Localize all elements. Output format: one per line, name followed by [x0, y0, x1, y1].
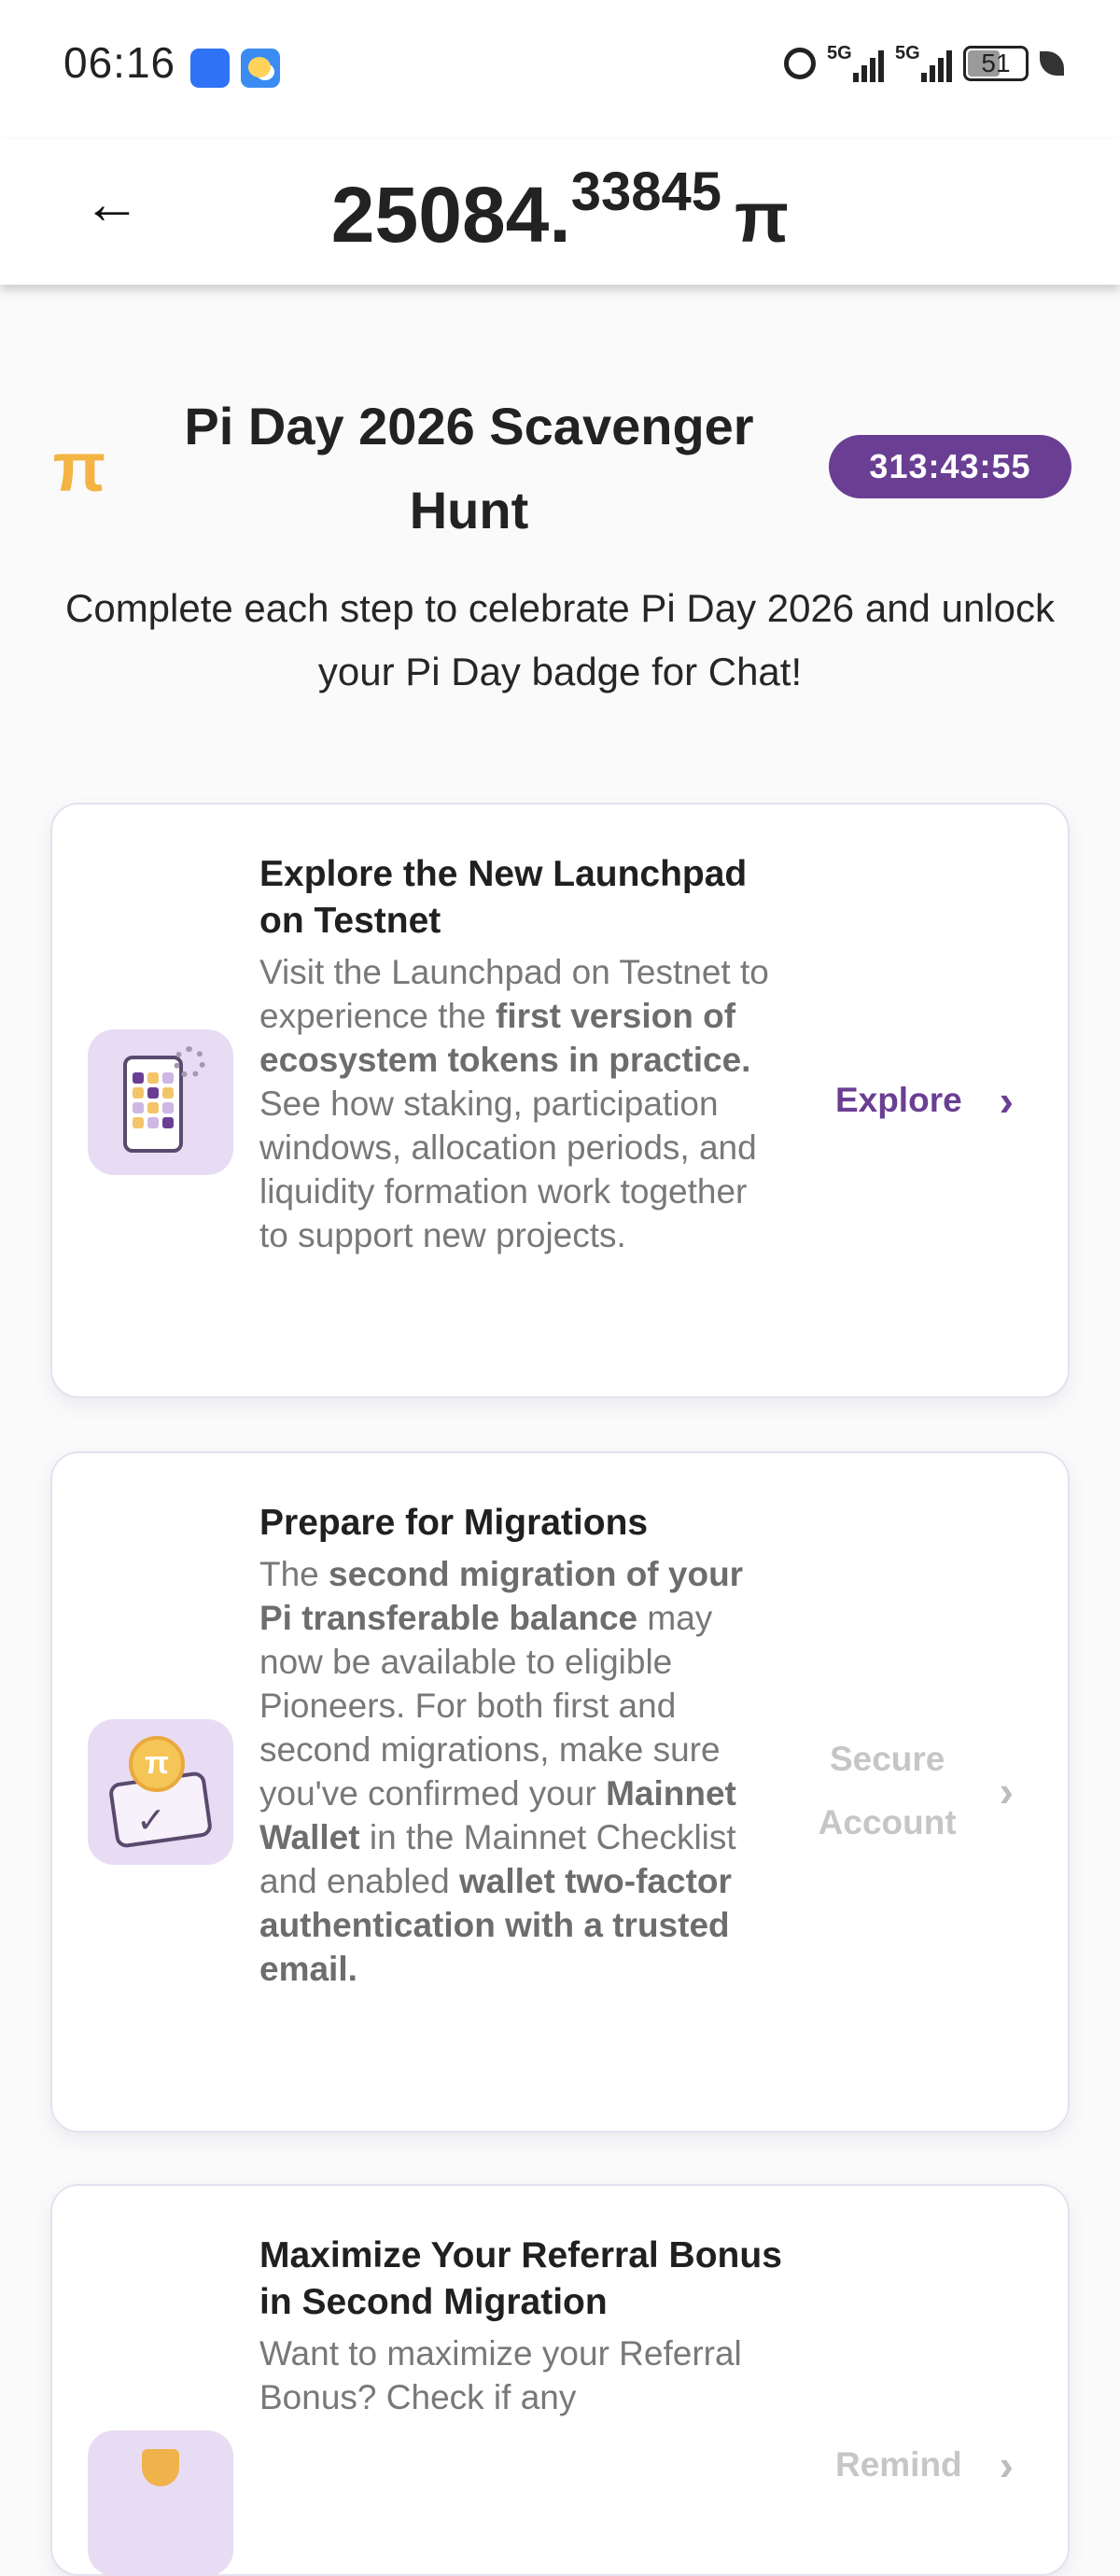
referral-shield-icon — [88, 2430, 233, 2576]
remind-button[interactable]: Remind › — [752, 2433, 1014, 2497]
task-title: Maximize Your Referral Bonus in Second M… — [259, 2235, 782, 2322]
task-description: Visit the Launchpad on Testnet to experi… — [259, 953, 769, 1254]
event-subtitle: Complete each step to celebrate Pi Day 2… — [65, 586, 1055, 693]
page-title: Pi Day 2026 Scavenger Hunt — [184, 397, 754, 539]
phone-illustration — [123, 1056, 183, 1153]
secure-account-button-label: Secure Account — [818, 1740, 957, 1841]
chevron-right-icon: › — [999, 1076, 1014, 1125]
pi-logo-icon: π — [52, 428, 106, 506]
wallet-coin-icon: π ✓ — [88, 1719, 233, 1865]
task-card-launchpad[interactable]: Explore the New Launchpad on Testnet Vis… — [50, 803, 1070, 1398]
balance-decimal: 33845 — [570, 161, 722, 222]
battery-saver-leaf-icon — [1040, 51, 1064, 76]
checkmark-icon: ✓ — [136, 1801, 166, 1841]
app-market-notification-icon — [190, 49, 230, 88]
remind-button-label: Remind — [834, 2445, 962, 2484]
system-icons: 5G 5G 51 — [784, 43, 1064, 82]
alarm-icon — [784, 48, 816, 79]
explore-button-label: Explore — [834, 1081, 962, 1119]
app-header: ← 25084.33845 π — [0, 140, 1120, 285]
status-clock: 06:16 — [63, 38, 176, 87]
weather-notification-icon — [241, 49, 280, 88]
shield-illustration — [142, 2449, 179, 2486]
task-text: Maximize Your Referral Bonus in Second M… — [259, 2233, 782, 2419]
pi-balance: 25084.33845 π — [0, 161, 1120, 260]
task-title: Prepare for Migrations — [259, 1503, 649, 1543]
task-description: The second migration of your Pi transfer… — [259, 1555, 744, 1988]
battery-level: 51 — [981, 49, 1011, 77]
countdown-timer-badge: 313:43:55 — [829, 435, 1071, 498]
secure-account-button[interactable]: Secure Account › — [752, 1728, 1014, 1855]
task-card-referral[interactable]: Maximize Your Referral Bonus in Second M… — [50, 2184, 1070, 2576]
balance-integer: 25084. — [330, 171, 571, 259]
task-title: Explore the New Launchpad on Testnet — [259, 854, 748, 941]
pi-coin-illustration: π — [129, 1736, 185, 1792]
task-text: Explore the New Launchpad on Testnet Vis… — [259, 851, 782, 1257]
task-text: Prepare for Migrations The second migrat… — [259, 1500, 782, 1991]
battery-icon: 51 — [963, 46, 1029, 81]
chevron-right-icon: › — [999, 1767, 1014, 1815]
explore-button[interactable]: Explore › — [752, 1069, 1014, 1132]
task-description: Want to maximize your Referral Bonus? Ch… — [259, 2334, 742, 2416]
chevron-right-icon: › — [999, 2441, 1014, 2489]
signal-icon-2: 5G — [895, 43, 952, 82]
task-card-migrations[interactable]: π ✓ Prepare for Migrations The second mi… — [50, 1451, 1070, 2133]
launchpad-phone-icon — [88, 1029, 233, 1175]
signal-icon-1: 5G — [827, 43, 884, 82]
gear-icon — [174, 1046, 205, 1078]
pi-currency-symbol: π — [735, 178, 790, 258]
status-bar: 06:16 5G 5G 51 — [0, 0, 1120, 140]
